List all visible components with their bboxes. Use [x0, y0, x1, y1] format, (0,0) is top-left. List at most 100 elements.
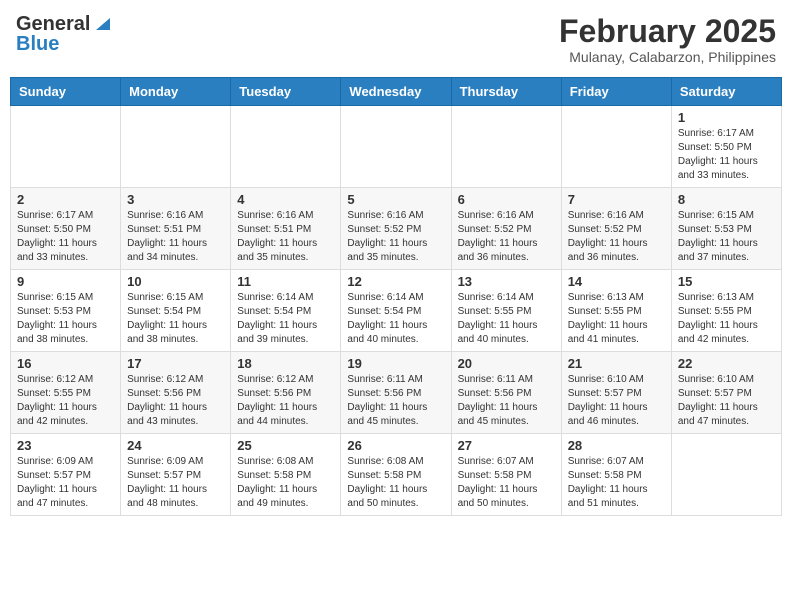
calendar-cell: 23 Sunrise: 6:09 AM Sunset: 5:57 PM Dayli… [11, 434, 121, 516]
calendar-cell [671, 434, 781, 516]
day-info: Sunrise: 6:14 AM Sunset: 5:54 PM Dayligh… [237, 291, 334, 347]
calendar-table: SundayMondayTuesdayWednesdayThursdayFrid… [10, 77, 782, 516]
day-info: Sunrise: 6:09 AM Sunset: 5:57 PM Dayligh… [17, 455, 114, 511]
logo-blue: Blue [16, 34, 59, 54]
day-number: 9 [17, 274, 114, 289]
calendar-cell: 26 Sunrise: 6:08 AM Sunset: 5:58 PM Dayli… [341, 434, 451, 516]
day-number: 3 [127, 192, 224, 207]
calendar-cell: 12 Sunrise: 6:14 AM Sunset: 5:54 PM Dayli… [341, 270, 451, 352]
calendar-cell: 22 Sunrise: 6:10 AM Sunset: 5:57 PM Dayli… [671, 352, 781, 434]
calendar-cell [451, 106, 561, 188]
calendar-cell: 28 Sunrise: 6:07 AM Sunset: 5:58 PM Dayli… [561, 434, 671, 516]
calendar-cell: 5 Sunrise: 6:16 AM Sunset: 5:52 PM Daylig… [341, 188, 451, 270]
calendar-cell: 27 Sunrise: 6:07 AM Sunset: 5:58 PM Dayli… [451, 434, 561, 516]
day-number: 1 [678, 110, 775, 125]
day-number: 11 [237, 274, 334, 289]
day-info: Sunrise: 6:08 AM Sunset: 5:58 PM Dayligh… [237, 455, 334, 511]
title-block: February 2025 Mulanay, Calabarzon, Phili… [559, 14, 776, 65]
calendar-cell: 17 Sunrise: 6:12 AM Sunset: 5:56 PM Dayli… [121, 352, 231, 434]
column-header-wednesday: Wednesday [341, 78, 451, 106]
column-header-monday: Monday [121, 78, 231, 106]
calendar-cell: 10 Sunrise: 6:15 AM Sunset: 5:54 PM Dayli… [121, 270, 231, 352]
calendar-cell [11, 106, 121, 188]
logo-general: General [16, 14, 90, 34]
day-info: Sunrise: 6:17 AM Sunset: 5:50 PM Dayligh… [17, 209, 114, 265]
day-info: Sunrise: 6:15 AM Sunset: 5:53 PM Dayligh… [678, 209, 775, 265]
day-number: 24 [127, 438, 224, 453]
calendar-cell [561, 106, 671, 188]
day-info: Sunrise: 6:17 AM Sunset: 5:50 PM Dayligh… [678, 127, 775, 183]
calendar-cell: 2 Sunrise: 6:17 AM Sunset: 5:50 PM Daylig… [11, 188, 121, 270]
day-number: 15 [678, 274, 775, 289]
day-info: Sunrise: 6:08 AM Sunset: 5:58 PM Dayligh… [347, 455, 444, 511]
day-number: 25 [237, 438, 334, 453]
calendar-cell: 20Sunrise: 6:11 AM Sunset: 5:56 PM Dayli… [451, 352, 561, 434]
day-number: 4 [237, 192, 334, 207]
calendar-cell: 19 Sunrise: 6:11 AM Sunset: 5:56 PM Dayli… [341, 352, 451, 434]
day-info: Sunrise: 6:13 AM Sunset: 5:55 PM Dayligh… [568, 291, 665, 347]
day-number: 27 [458, 438, 555, 453]
day-info: Sunrise: 6:10 AM Sunset: 5:57 PM Dayligh… [678, 373, 775, 429]
day-number: 7 [568, 192, 665, 207]
day-number: 17 [127, 356, 224, 371]
day-info: Sunrise: 6:14 AM Sunset: 5:54 PM Dayligh… [347, 291, 444, 347]
day-info: Sunrise: 6:11 AM Sunset: 5:56 PM Dayligh… [347, 373, 444, 429]
column-header-tuesday: Tuesday [231, 78, 341, 106]
day-number: 10 [127, 274, 224, 289]
calendar-week-row: 9Sunrise: 6:15 AM Sunset: 5:53 PM Daylig… [11, 270, 782, 352]
calendar-week-row: 2 Sunrise: 6:17 AM Sunset: 5:50 PM Daylig… [11, 188, 782, 270]
day-number: 18 [237, 356, 334, 371]
calendar-cell: 4 Sunrise: 6:16 AM Sunset: 5:51 PM Daylig… [231, 188, 341, 270]
day-info: Sunrise: 6:12 AM Sunset: 5:56 PM Dayligh… [127, 373, 224, 429]
calendar-cell: 16Sunrise: 6:12 AM Sunset: 5:55 PM Dayli… [11, 352, 121, 434]
day-info: Sunrise: 6:14 AM Sunset: 5:55 PM Dayligh… [458, 291, 555, 347]
calendar-cell: 3 Sunrise: 6:16 AM Sunset: 5:51 PM Daylig… [121, 188, 231, 270]
day-number: 13 [458, 274, 555, 289]
day-number: 8 [678, 192, 775, 207]
column-header-sunday: Sunday [11, 78, 121, 106]
day-info: Sunrise: 6:07 AM Sunset: 5:58 PM Dayligh… [568, 455, 665, 511]
day-number: 6 [458, 192, 555, 207]
location: Mulanay, Calabarzon, Philippines [559, 49, 776, 65]
day-number: 21 [568, 356, 665, 371]
day-info: Sunrise: 6:07 AM Sunset: 5:58 PM Dayligh… [458, 455, 555, 511]
day-info: Sunrise: 6:15 AM Sunset: 5:54 PM Dayligh… [127, 291, 224, 347]
day-number: 28 [568, 438, 665, 453]
calendar-cell [121, 106, 231, 188]
day-info: Sunrise: 6:10 AM Sunset: 5:57 PM Dayligh… [568, 373, 665, 429]
column-header-thursday: Thursday [451, 78, 561, 106]
day-number: 26 [347, 438, 444, 453]
calendar-cell: 14Sunrise: 6:13 AM Sunset: 5:55 PM Dayli… [561, 270, 671, 352]
page-header: General Blue February 2025 Mulanay, Cala… [10, 10, 782, 69]
day-info: Sunrise: 6:16 AM Sunset: 5:52 PM Dayligh… [347, 209, 444, 265]
logo: General Blue [16, 14, 110, 54]
column-header-friday: Friday [561, 78, 671, 106]
day-number: 22 [678, 356, 775, 371]
day-number: 16 [17, 356, 114, 371]
day-info: Sunrise: 6:16 AM Sunset: 5:51 PM Dayligh… [237, 209, 334, 265]
day-number: 19 [347, 356, 444, 371]
calendar-week-row: 23 Sunrise: 6:09 AM Sunset: 5:57 PM Dayli… [11, 434, 782, 516]
calendar-cell: 7 Sunrise: 6:16 AM Sunset: 5:52 PM Daylig… [561, 188, 671, 270]
calendar-cell: 18 Sunrise: 6:12 AM Sunset: 5:56 PM Dayli… [231, 352, 341, 434]
calendar-cell [341, 106, 451, 188]
day-number: 23 [17, 438, 114, 453]
day-number: 2 [17, 192, 114, 207]
day-number: 5 [347, 192, 444, 207]
calendar-cell: 11 Sunrise: 6:14 AM Sunset: 5:54 PM Dayli… [231, 270, 341, 352]
calendar-cell: 9Sunrise: 6:15 AM Sunset: 5:53 PM Daylig… [11, 270, 121, 352]
day-info: Sunrise: 6:11 AM Sunset: 5:56 PM Dayligh… [458, 373, 555, 429]
calendar-cell: 15 Sunrise: 6:13 AM Sunset: 5:55 PM Dayli… [671, 270, 781, 352]
calendar-cell: 24Sunrise: 6:09 AM Sunset: 5:57 PM Dayli… [121, 434, 231, 516]
day-info: Sunrise: 6:12 AM Sunset: 5:56 PM Dayligh… [237, 373, 334, 429]
day-info: Sunrise: 6:16 AM Sunset: 5:52 PM Dayligh… [458, 209, 555, 265]
column-header-saturday: Saturday [671, 78, 781, 106]
day-info: Sunrise: 6:16 AM Sunset: 5:52 PM Dayligh… [568, 209, 665, 265]
calendar-cell: 6 Sunrise: 6:16 AM Sunset: 5:52 PM Daylig… [451, 188, 561, 270]
day-info: Sunrise: 6:16 AM Sunset: 5:51 PM Dayligh… [127, 209, 224, 265]
day-info: Sunrise: 6:13 AM Sunset: 5:55 PM Dayligh… [678, 291, 775, 347]
logo-icon [92, 14, 110, 32]
day-number: 12 [347, 274, 444, 289]
calendar-cell: 21 Sunrise: 6:10 AM Sunset: 5:57 PM Dayli… [561, 352, 671, 434]
calendar-cell: 8 Sunrise: 6:15 AM Sunset: 5:53 PM Daylig… [671, 188, 781, 270]
